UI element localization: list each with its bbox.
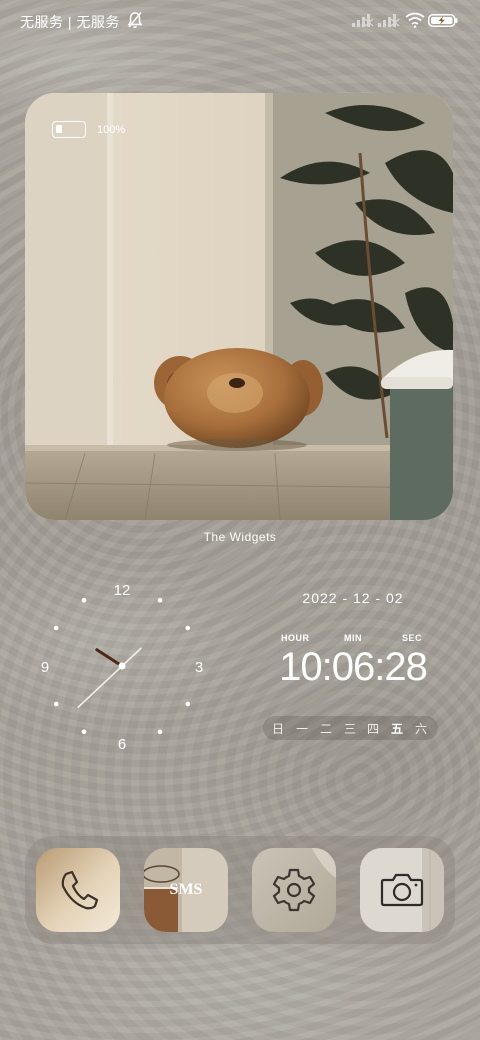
clock-dot: [81, 729, 87, 735]
weekday-mon: 一: [295, 722, 308, 736]
clock-numeral-9: 9: [41, 659, 49, 676]
weekday-sun: 日: [271, 722, 284, 736]
widget-label: The Widgets: [203, 530, 277, 544]
battery-charging-icon: [428, 14, 458, 27]
sms-label: SMS: [170, 881, 203, 898]
weekday-bar: 日 一 二 三 四 五 六: [263, 716, 438, 740]
analog-clock-widget[interactable]: 12 3 6 9: [36, 580, 208, 752]
teddy-bear-photo: [25, 93, 453, 520]
battery-percent: 100%: [97, 124, 126, 136]
status-bar: 无服务 | 无服务: [0, 0, 480, 40]
clock-numeral-3: 3: [195, 659, 203, 676]
gear-icon: [252, 848, 336, 932]
clock-dot: [53, 625, 59, 631]
carrier-text: 无服务 | 无服务: [20, 14, 120, 30]
dock: SMS: [25, 836, 455, 944]
weekday-wed: 三: [343, 722, 356, 736]
phone-icon: [36, 848, 120, 932]
weekday-fri: 五: [390, 722, 403, 736]
unit-hour: HOUR: [281, 633, 310, 643]
wifi-icon: [405, 12, 425, 28]
clock-dot: [185, 701, 191, 707]
clock-dot: [81, 597, 87, 603]
weekday-sat: 六: [414, 722, 427, 736]
signal-icon: [378, 14, 400, 27]
clock-dot: [185, 625, 191, 631]
sms-app-icon[interactable]: SMS: [144, 848, 228, 932]
clock-dot: [53, 701, 59, 707]
settings-app-icon[interactable]: [252, 848, 336, 932]
clock-numeral-6: 6: [118, 736, 126, 752]
digital-time[interactable]: 10:06:28: [268, 645, 438, 690]
signal-icon: [352, 14, 374, 27]
clock-numeral-12: 12: [114, 582, 131, 599]
phone-app-icon[interactable]: [36, 848, 120, 932]
camera-app-icon[interactable]: [360, 848, 444, 932]
sms-icon: SMS: [144, 848, 228, 932]
clock-dot: [157, 729, 163, 735]
camera-icon: [360, 848, 444, 932]
weekday-thu: 四: [366, 722, 379, 736]
clock-dot: [157, 597, 163, 603]
battery-icon: [52, 121, 86, 138]
unit-min: MIN: [344, 633, 362, 643]
photo-widget[interactable]: 100%: [25, 93, 453, 520]
clock-center: [118, 662, 126, 670]
hour-hand: [95, 648, 124, 668]
date-text: 2022 - 12 - 02: [302, 590, 404, 606]
bell-off-icon: [127, 12, 143, 28]
weekday-tue: 二: [319, 722, 332, 736]
unit-sec: SEC: [402, 633, 423, 643]
